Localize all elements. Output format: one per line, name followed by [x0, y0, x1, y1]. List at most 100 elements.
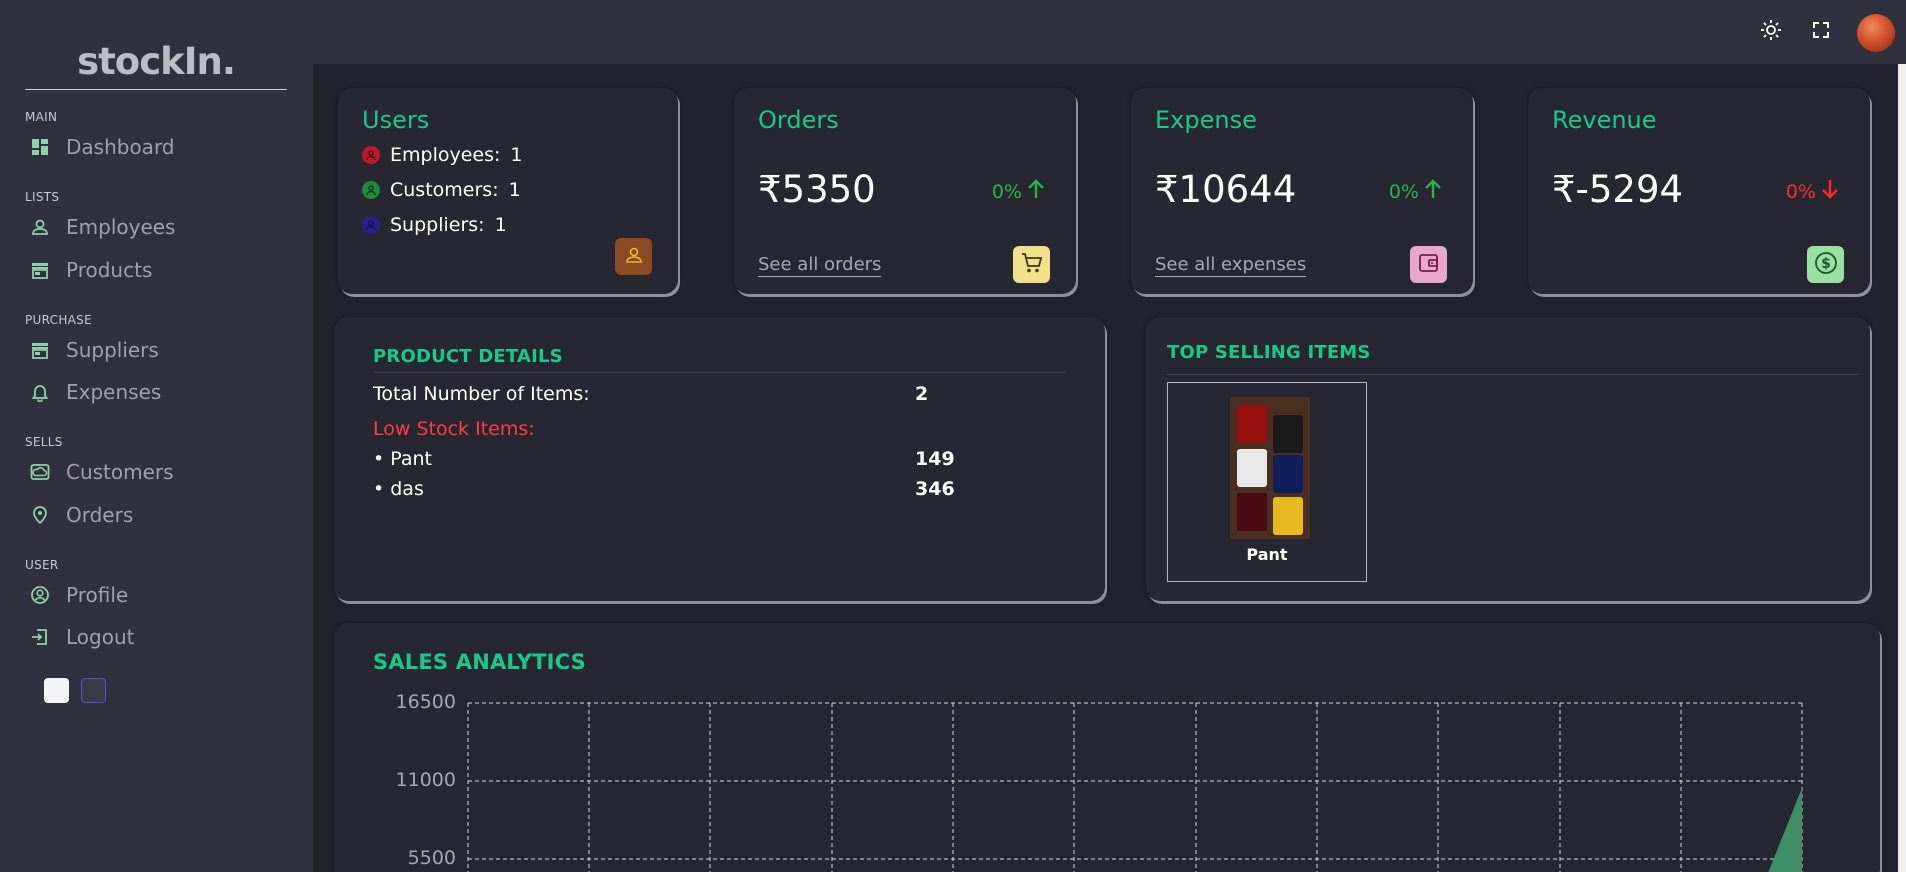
dashboard-icon	[30, 137, 50, 157]
users-card-title: Users	[362, 106, 430, 134]
total-items-value: 2	[915, 383, 929, 405]
users-row-employees: Employees: 1	[362, 144, 523, 166]
sidebar-item-customers[interactable]: Customers	[30, 457, 174, 487]
wallet-icon	[1417, 251, 1441, 279]
expense-card-title: Expense	[1155, 106, 1257, 134]
employee-icon	[362, 146, 380, 164]
avatar[interactable]	[1857, 14, 1895, 52]
low-stock-label: Low Stock Items:	[373, 418, 535, 440]
store-icon	[30, 260, 50, 280]
sidebar-item-logout[interactable]: Logout	[30, 622, 134, 652]
users-row-value: 1	[510, 144, 523, 166]
light-theme-swatch[interactable]	[44, 678, 69, 703]
users-row-customers: Customers: 1	[362, 179, 521, 201]
section-title-lists: LISTS	[25, 190, 60, 204]
orders-change-value: 0%	[991, 180, 1022, 203]
top-selling-card: TOP SELLING ITEMS Pant	[1146, 317, 1870, 601]
chart-grid	[467, 702, 1803, 872]
arrow-up-icon	[1423, 178, 1443, 205]
sidebar-item-label: Suppliers	[66, 338, 159, 362]
profile-icon	[30, 585, 50, 605]
revenue-change-value: 0%	[1785, 180, 1816, 203]
low-stock-qty: 149	[915, 448, 955, 470]
users-row-label: Customers:	[390, 179, 499, 201]
bell-icon	[30, 382, 50, 402]
see-all-orders-link[interactable]: See all orders	[758, 254, 882, 277]
location-icon	[30, 505, 50, 525]
section-title-user: USER	[25, 558, 59, 572]
orders-card-title: Orders	[758, 106, 839, 134]
section-title-purchase: PURCHASE	[25, 313, 92, 327]
sun-icon	[1760, 19, 1782, 45]
divider	[373, 372, 1066, 373]
user-icon	[623, 244, 645, 270]
sidebar-item-label: Employees	[66, 215, 176, 239]
revenue-amount: ₹-5294	[1552, 168, 1684, 211]
dollar-icon: $	[1813, 250, 1839, 280]
low-stock-item: • Pant	[373, 448, 432, 470]
sidebar-item-suppliers[interactable]: Suppliers	[30, 335, 159, 365]
svg-text:$: $	[1821, 256, 1831, 272]
low-stock-qty: 346	[915, 478, 955, 500]
divider	[1167, 374, 1859, 375]
expense-amount: ₹10644	[1155, 168, 1297, 211]
sidebar: stockIn. MAIN Dashboard LISTS Employees …	[0, 0, 313, 872]
users-row-suppliers: Suppliers: 1	[362, 214, 507, 236]
sidebar-item-label: Logout	[66, 625, 135, 649]
users-row-value: 1	[508, 179, 521, 201]
section-title-main: MAIN	[25, 110, 58, 124]
sidebar-item-products[interactable]: Products	[30, 255, 152, 285]
sidebar-item-profile[interactable]: Profile	[30, 580, 128, 610]
revenue-badge: $	[1807, 246, 1844, 283]
main-content: Users Employees: 1 Customers: 1 Supplier…	[313, 64, 1898, 872]
arrow-up-icon	[1026, 178, 1046, 205]
sidebar-item-label: Customers	[66, 460, 174, 484]
cart-icon	[1020, 251, 1044, 279]
theme-toggle-button[interactable]	[1757, 18, 1785, 46]
product-image	[1230, 397, 1310, 539]
sidebar-item-label: Expenses	[66, 380, 162, 404]
sales-chart	[467, 702, 1803, 872]
orders-badge	[1013, 246, 1050, 283]
sidebar-item-label: Profile	[66, 583, 129, 607]
sidebar-item-label: Products	[66, 258, 153, 282]
revenue-card-title: Revenue	[1552, 106, 1657, 134]
expense-card: Expense ₹10644 0% See all expenses	[1131, 88, 1473, 294]
users-row-label: Employees:	[390, 144, 501, 166]
sales-analytics-card: SALES ANALYTICS 16500 11000 5500	[334, 623, 1880, 872]
customer-icon	[362, 181, 380, 199]
sales-area-series	[1768, 788, 1802, 872]
users-row-label: Suppliers:	[390, 214, 485, 236]
revenue-change: 0%	[1786, 178, 1840, 205]
orders-change: 0%	[992, 178, 1046, 205]
sidebar-item-employees[interactable]: Employees	[30, 212, 175, 242]
expense-badge	[1410, 246, 1447, 283]
expense-change: 0%	[1389, 178, 1443, 205]
sidebar-item-expenses[interactable]: Expenses	[30, 377, 161, 407]
logo: stockIn.	[25, 36, 287, 90]
orders-card: Orders ₹5350 0% See all orders	[734, 88, 1076, 294]
sidebar-item-label: Orders	[66, 503, 134, 527]
users-row-value: 1	[494, 214, 507, 236]
top-selling-item-name: Pant	[1246, 545, 1288, 564]
dark-theme-swatch[interactable]	[81, 678, 106, 703]
sidebar-item-orders[interactable]: Orders	[30, 500, 133, 530]
arrow-down-icon	[1820, 178, 1840, 205]
top-selling-item[interactable]: Pant	[1167, 382, 1367, 582]
sidebar-item-dashboard[interactable]: Dashboard	[30, 132, 175, 162]
revenue-card: Revenue ₹-5294 0% $	[1528, 88, 1870, 294]
scrollbar[interactable]	[1898, 64, 1906, 872]
total-items-label: Total Number of Items:	[373, 383, 590, 405]
top-selling-title: TOP SELLING ITEMS	[1167, 342, 1371, 363]
product-details-title: PRODUCT DETAILS	[373, 346, 563, 367]
users-card: Users Employees: 1 Customers: 1 Supplier…	[338, 88, 678, 294]
fullscreen-button[interactable]	[1807, 18, 1835, 46]
logout-icon	[30, 627, 50, 647]
see-all-expenses-link[interactable]: See all expenses	[1155, 254, 1307, 277]
orders-amount: ₹5350	[758, 168, 876, 211]
person-icon	[30, 217, 50, 237]
product-details-card: PRODUCT DETAILS Total Number of Items: 2…	[334, 317, 1105, 601]
expense-change-value: 0%	[1388, 180, 1419, 203]
users-badge	[615, 238, 652, 275]
supplier-icon	[362, 216, 380, 234]
